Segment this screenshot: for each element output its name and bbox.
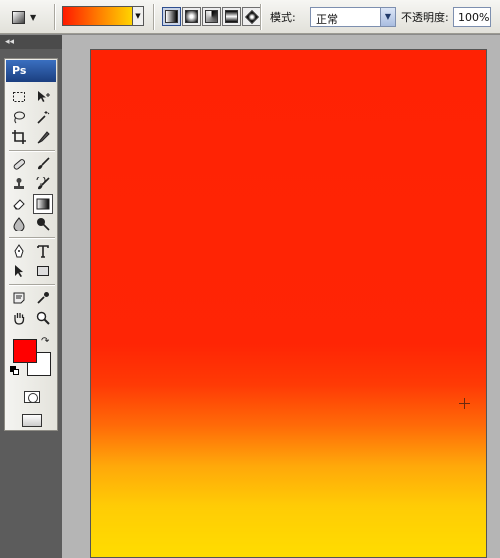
opacity-label: 不透明度:: [401, 11, 449, 24]
divider: [54, 4, 55, 30]
divider: [9, 237, 55, 238]
blur-icon[interactable]: [9, 214, 29, 234]
notes-icon[interactable]: [9, 288, 29, 308]
opacity-input[interactable]: 100%: [453, 7, 491, 27]
move-icon[interactable]: [33, 87, 53, 107]
gradient-icon[interactable]: [33, 194, 53, 214]
radial-gradient-icon: [185, 10, 198, 23]
pen-icon[interactable]: [9, 241, 29, 261]
gradient-tool-icon: [12, 10, 25, 24]
brush-icon[interactable]: [33, 154, 53, 174]
quick-mask-button[interactable]: [22, 388, 42, 405]
linear-gradient-icon: [165, 10, 178, 23]
divider: [153, 4, 154, 30]
slice-icon[interactable]: [33, 127, 53, 147]
path-selection-icon[interactable]: [9, 261, 29, 281]
swap-colors-icon[interactable]: ↷: [41, 336, 49, 347]
magic-wand-icon[interactable]: [33, 107, 53, 127]
chevron-down-icon[interactable]: ▼: [132, 7, 143, 25]
divider: [9, 150, 55, 151]
hand-icon[interactable]: [9, 308, 29, 328]
document-canvas[interactable]: [90, 49, 487, 558]
eraser-icon[interactable]: [9, 194, 29, 214]
options-bar: ▼ ▼ 模式: 正常 ▼ 不透明度: 100%: [0, 0, 500, 34]
linear-gradient-button[interactable]: [162, 7, 181, 26]
quick-mask-icon: [24, 390, 40, 403]
lasso-icon[interactable]: [9, 107, 29, 127]
ps-logo[interactable]: Ps: [6, 60, 56, 82]
mode-value: 正常: [316, 13, 338, 26]
divider: [9, 284, 55, 285]
angle-gradient-icon: [205, 10, 218, 23]
eyedropper-icon[interactable]: [33, 288, 53, 308]
history-brush-icon[interactable]: [33, 174, 53, 194]
gradient-picker[interactable]: ▼: [62, 6, 144, 26]
diamond-gradient-icon: [244, 9, 259, 24]
type-icon[interactable]: [33, 241, 53, 261]
healing-brush-icon[interactable]: [9, 154, 29, 174]
chevron-down-icon: ▼: [30, 12, 37, 22]
gradient-type-group: [162, 7, 261, 26]
collapse-panel-icon[interactable]: ◂◂: [0, 35, 62, 49]
chevron-down-icon[interactable]: ▼: [380, 8, 395, 26]
shape-icon[interactable]: [33, 261, 53, 281]
tool-preset-picker[interactable]: ▼: [6, 6, 48, 28]
foreground-color-swatch[interactable]: [13, 339, 37, 363]
crosshair-cursor-icon: [459, 398, 470, 409]
divider: [260, 4, 261, 30]
mode-label: 模式:: [270, 11, 296, 24]
dodge-icon[interactable]: [33, 214, 53, 234]
screen-mode-icon: [22, 413, 42, 427]
radial-gradient-button[interactable]: [182, 7, 201, 26]
diamond-gradient-button[interactable]: [242, 7, 261, 26]
gradient-preview[interactable]: [63, 7, 132, 25]
angle-gradient-button[interactable]: [202, 7, 221, 26]
marquee-icon[interactable]: [9, 87, 29, 107]
toolbox: Ps ↷: [4, 58, 58, 431]
crop-icon[interactable]: [9, 127, 29, 147]
default-colors-icon[interactable]: [10, 366, 20, 376]
clone-stamp-icon[interactable]: [9, 174, 29, 194]
zoom-icon[interactable]: [33, 308, 53, 328]
reflected-gradient-button[interactable]: [222, 7, 241, 26]
mode-select[interactable]: 正常 ▼: [310, 7, 396, 27]
reflected-gradient-icon: [225, 10, 238, 23]
screen-mode-button[interactable]: [19, 411, 45, 429]
